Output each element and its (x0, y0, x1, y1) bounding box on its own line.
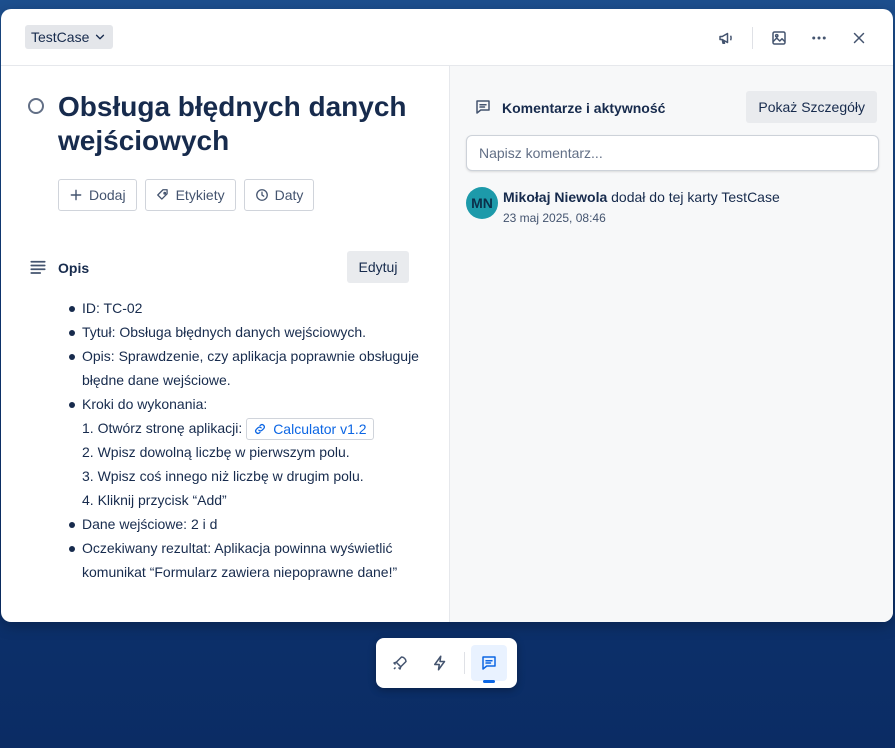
activity-user[interactable]: Mikołaj Niewola (503, 189, 607, 205)
description-content[interactable]: ID: TC-02 Tytuł: Obsługa błędnych danych… (65, 296, 425, 584)
card-modal: TestCase Obsługa błędnych danych wejścio… (1, 9, 893, 622)
step-item: 3. Wpisz coś innego niż liczbę w drugim … (82, 468, 364, 485)
card-actions: Dodaj Etykiety Daty (58, 179, 315, 211)
comment-input[interactable] (466, 135, 879, 171)
list-item: Oczekiwany rezultat: Aplikacja powinna w… (65, 536, 425, 584)
edit-description-button[interactable]: Edytuj (347, 251, 409, 283)
toolbar-divider (464, 652, 465, 674)
list-name: TestCase (31, 29, 90, 45)
list-item: Dane wejściowe: 2 i d (65, 512, 425, 536)
comments-heading: Komentarze i aktywność (502, 100, 666, 116)
link-icon (255, 424, 266, 435)
chevron-down-icon (96, 34, 105, 40)
list-item: ID: TC-02 (65, 296, 425, 320)
modal-header: TestCase (1, 9, 893, 66)
more-button[interactable] (803, 23, 835, 53)
comments-toggle-button[interactable] (471, 645, 507, 683)
step-item: 4. Kliknij przycisk “Add” (82, 492, 227, 509)
announce-button[interactable] (710, 23, 742, 53)
add-label: Dodaj (89, 187, 126, 203)
add-button[interactable]: Dodaj (58, 179, 137, 211)
header-divider (752, 27, 753, 49)
labels-button[interactable]: Etykiety (144, 179, 236, 211)
clock-icon (255, 189, 268, 201)
dates-button[interactable]: Daty (243, 179, 315, 211)
calculator-link[interactable]: Calculator v1.2 (246, 418, 374, 441)
rocket-icon (393, 656, 407, 670)
megaphone-icon (719, 32, 732, 44)
comments-panel: Komentarze i aktywność Pokaż Szczegóły M… (449, 66, 893, 622)
cover-image-button[interactable] (763, 23, 795, 53)
step-item: 1. Otwórz stronę aplikacji: Calculator v… (65, 416, 425, 441)
header-actions (710, 23, 875, 53)
more-icon (812, 36, 826, 40)
description-heading: Opis (58, 260, 90, 276)
show-details-button[interactable]: Pokaż Szczegóły (746, 91, 877, 123)
comment-icon (482, 656, 496, 670)
activity-action: dodał do tej karty TestCase (607, 189, 780, 205)
comment-icon (476, 100, 490, 114)
link-label: Calculator v1.2 (273, 421, 367, 438)
step-text: 1. Otwórz stronę aplikacji: (82, 420, 243, 436)
plus-icon (70, 189, 82, 201)
tag-icon (156, 189, 168, 200)
card-title[interactable]: Obsługa błędnych danych wejściowych (58, 90, 418, 158)
close-icon (853, 32, 865, 44)
card-main: Obsługa błędnych danych wejściowych Doda… (1, 66, 449, 622)
labels-label: Etykiety (175, 187, 225, 203)
lightning-icon (434, 655, 446, 671)
avatar[interactable]: MN (466, 187, 498, 219)
power-ups-button[interactable] (382, 645, 418, 681)
list-item: Tytuł: Obsługa błędnych danych wejściowy… (65, 320, 425, 344)
automation-button[interactable] (422, 645, 458, 681)
activity-timestamp[interactable]: 23 maj 2025, 08:46 (503, 211, 606, 225)
image-icon (772, 31, 786, 45)
close-button[interactable] (843, 23, 875, 53)
bottom-toolbar (376, 638, 517, 688)
list-item: Opis: Sprawdzenie, czy aplikacja poprawn… (65, 344, 425, 392)
list-dropdown[interactable]: TestCase (25, 25, 114, 49)
complete-checkbox[interactable] (28, 98, 44, 114)
list-item: Kroki do wykonania: (65, 392, 425, 416)
activity-entry: Mikołaj Niewola dodał do tej karty TestC… (503, 189, 780, 205)
step-item: 2. Wpisz dowolną liczbę w pierwszym polu… (82, 444, 350, 461)
dates-label: Daty (274, 187, 304, 203)
description-icon (30, 260, 46, 274)
